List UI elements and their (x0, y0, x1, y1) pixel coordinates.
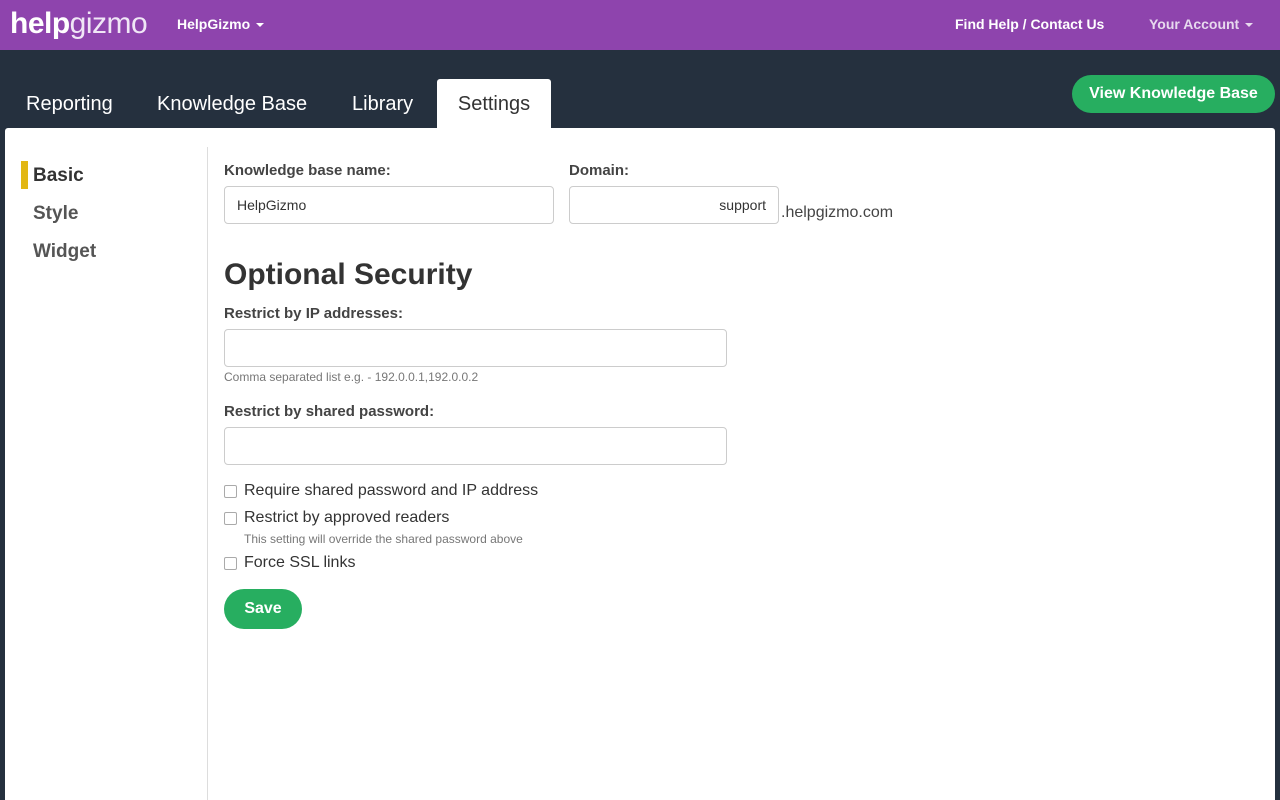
view-knowledge-base-button[interactable]: View Knowledge Base (1072, 75, 1275, 113)
sidebar-item-widget[interactable]: Widget (33, 240, 96, 264)
kb-name-label: Knowledge base name: (224, 162, 391, 179)
sidebar-item-basic[interactable]: Basic (33, 164, 84, 188)
tab-library[interactable]: Library (352, 79, 413, 128)
require-password-and-ip-checkbox[interactable] (224, 484, 237, 498)
top-bar: helpgizmo HelpGizmo Find Help / Contact … (0, 0, 1280, 50)
ip-help-text: Comma separated list e.g. - 192.0.0.1,19… (224, 370, 479, 384)
save-button[interactable]: Save (224, 589, 302, 629)
approved-readers-option[interactable]: Restrict by approved readers (224, 509, 449, 527)
settings-panel: Basic Style Widget Knowledge base name: … (5, 128, 1275, 800)
account-label: Your Account (1149, 16, 1240, 32)
caret-down-icon (1245, 23, 1254, 28)
section-title-optional-security: Optional Security (224, 258, 473, 291)
approved-readers-label[interactable]: Restrict by approved readers (244, 509, 449, 527)
force-ssl-checkbox[interactable] (224, 556, 237, 570)
domain-input[interactable] (569, 186, 779, 224)
approved-readers-help-text: This setting will override the shared pa… (244, 532, 523, 546)
active-item-marker (21, 161, 28, 189)
domain-label: Domain: (569, 162, 629, 179)
force-ssl-option[interactable]: Force SSL links (224, 554, 355, 572)
org-switcher-dropdown[interactable]: HelpGizmo (177, 15, 265, 33)
sidebar-divider (207, 147, 208, 800)
require-password-and-ip-label[interactable]: Require shared password and IP address (244, 482, 538, 500)
tab-knowledge-base[interactable]: Knowledge Base (157, 79, 307, 128)
password-restrict-label: Restrict by shared password: (224, 403, 435, 420)
kb-name-input[interactable] (224, 186, 554, 224)
domain-suffix: .helpgizmo.com (781, 204, 894, 221)
helpgizmo-logo[interactable]: helpgizmo (10, 6, 148, 42)
account-dropdown[interactable]: Your Account (1149, 15, 1254, 33)
tab-reporting[interactable]: Reporting (26, 79, 113, 128)
logo-light-text: gizmo (69, 7, 148, 40)
approved-readers-checkbox[interactable] (224, 511, 237, 525)
ip-restrict-input[interactable] (224, 329, 727, 367)
caret-down-icon (256, 23, 265, 28)
tab-settings[interactable]: Settings (437, 79, 551, 128)
ip-restrict-label: Restrict by IP addresses: (224, 305, 403, 322)
find-help-link[interactable]: Find Help / Contact Us (955, 15, 1104, 33)
require-password-and-ip-option[interactable]: Require shared password and IP address (224, 482, 538, 500)
force-ssl-label[interactable]: Force SSL links (244, 554, 355, 572)
sidebar-item-style[interactable]: Style (33, 202, 78, 226)
logo-bold-text: help (10, 7, 70, 40)
password-restrict-input[interactable] (224, 427, 727, 465)
org-switcher-label: HelpGizmo (177, 16, 251, 32)
